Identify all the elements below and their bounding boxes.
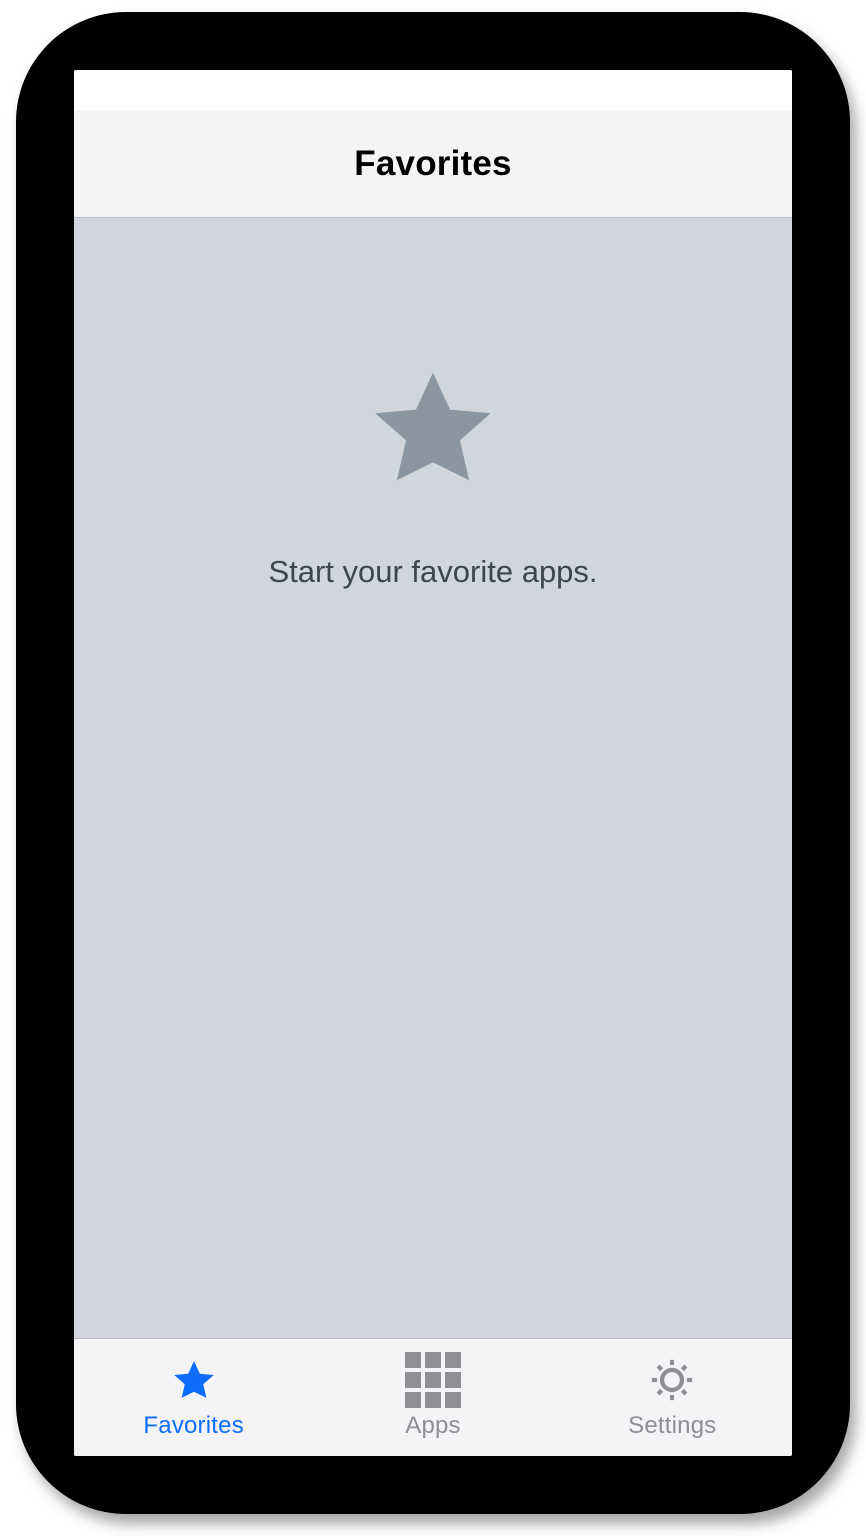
navigation-bar: Favorites <box>74 110 792 218</box>
status-bar <box>74 70 792 110</box>
tab-label: Apps <box>405 1412 461 1440</box>
tab-settings[interactable]: Settings <box>553 1356 792 1440</box>
tab-bar: Favorites Apps <box>74 1338 792 1456</box>
grid-icon <box>407 1356 459 1404</box>
tab-label: Favorites <box>143 1412 244 1440</box>
empty-state-message: Start your favorite apps. <box>268 554 597 590</box>
empty-state: Start your favorite apps. <box>74 358 792 590</box>
star-icon <box>363 358 503 498</box>
tab-label: Settings <box>628 1412 716 1440</box>
star-icon <box>168 1356 220 1404</box>
tab-apps[interactable]: Apps <box>313 1356 552 1440</box>
content-area: Start your favorite apps. <box>74 218 792 1338</box>
page-title: Favorites <box>354 144 511 184</box>
device-frame: Favorites Start your favorite apps. <box>16 12 850 1514</box>
tab-favorites[interactable]: Favorites <box>74 1356 313 1440</box>
screen: Favorites Start your favorite apps. <box>74 70 792 1456</box>
gear-icon <box>646 1356 698 1404</box>
